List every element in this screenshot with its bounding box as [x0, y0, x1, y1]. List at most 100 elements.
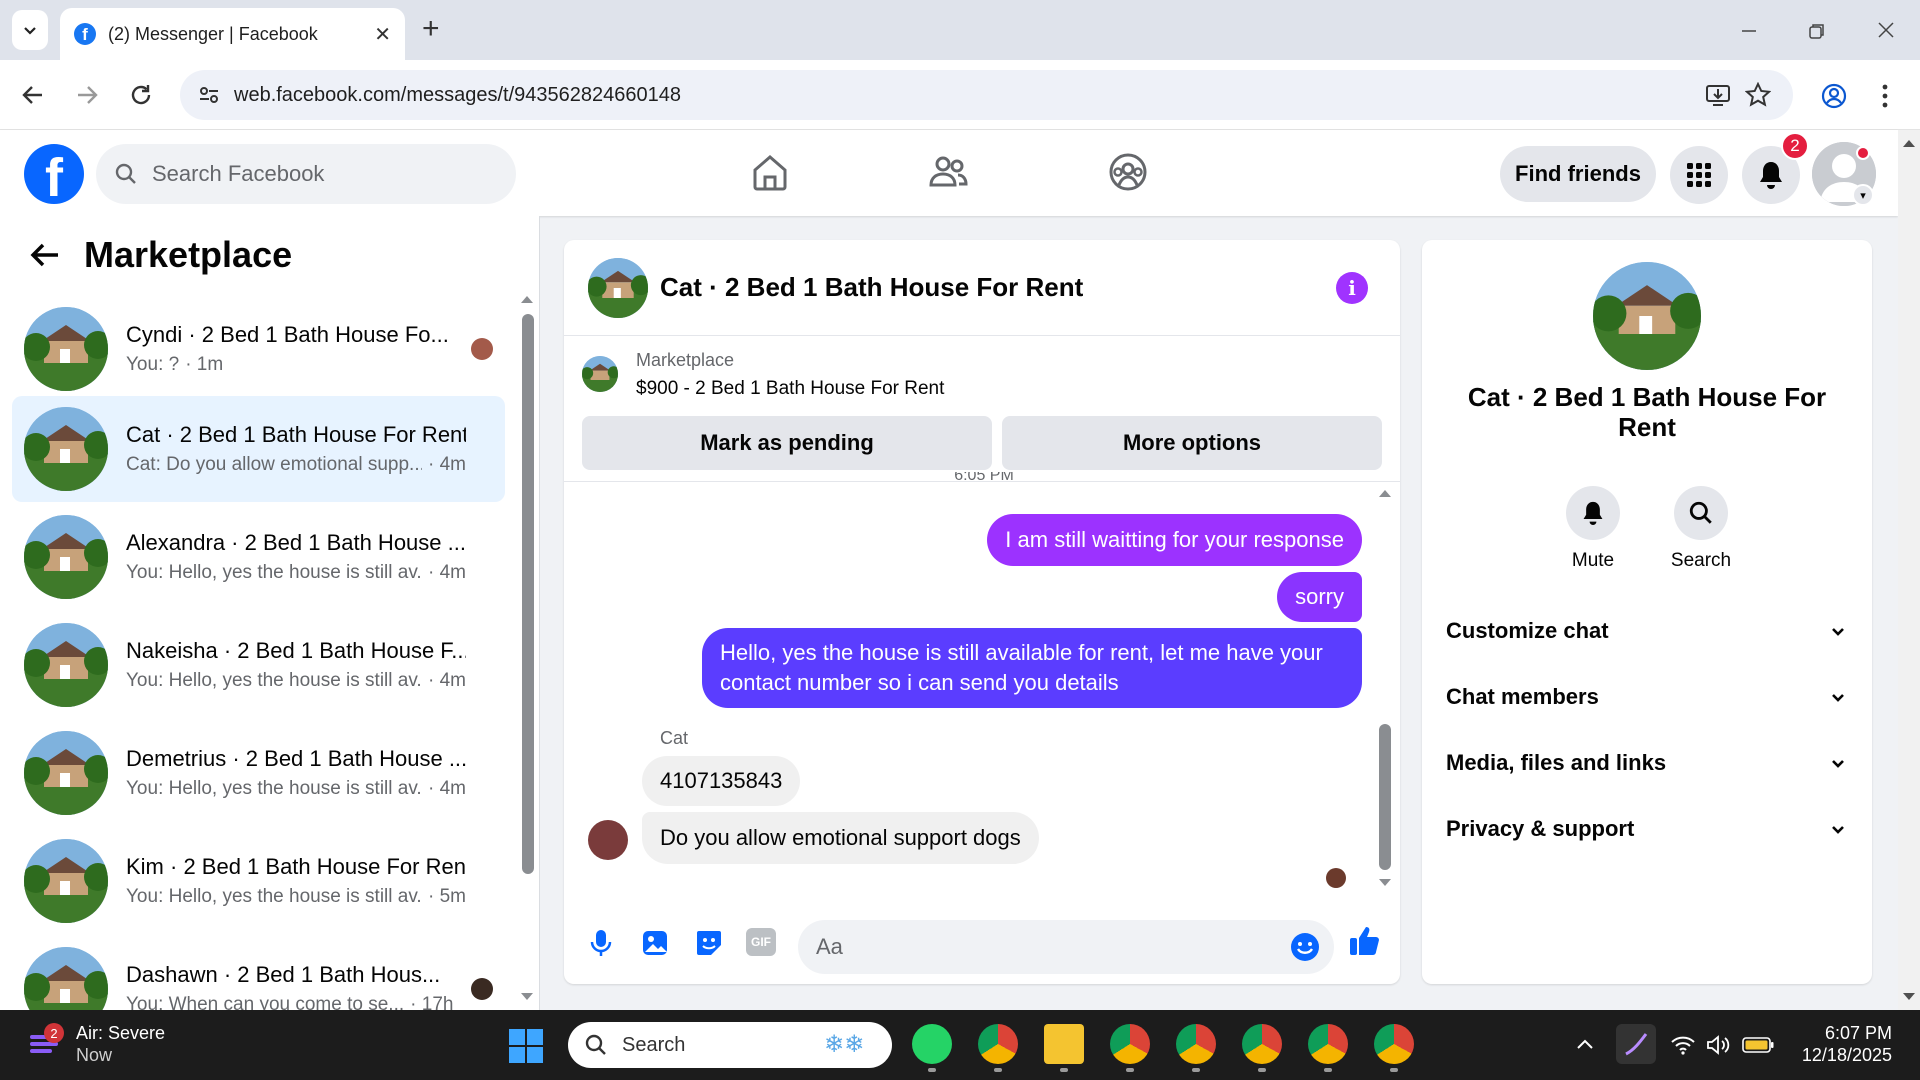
friends-icon[interactable] [928, 152, 968, 192]
more-options-button[interactable]: More options [1002, 416, 1382, 470]
profile-account-icon[interactable] [1820, 82, 1848, 110]
customize-chat-section[interactable]: Customize chat [1446, 618, 1846, 644]
search-action[interactable]: Search [1656, 486, 1746, 572]
chrome-app-icon[interactable] [1374, 1024, 1414, 1064]
find-friends-button[interactable]: Find friends [1500, 146, 1656, 202]
clock-date: 12/18/2025 [1801, 1045, 1892, 1065]
conversation-info-icon[interactable]: i [1336, 272, 1368, 304]
conversation-item[interactable]: Cyndi · 2 Bed 1 Bath House Fo... You: ? ·… [12, 296, 505, 402]
conversation-item-active[interactable]: Cat · 2 Bed 1 Bath House For Rent Cat: D… [12, 396, 505, 502]
browser-menu-icon[interactable] [1880, 82, 1890, 110]
chrome-app-icon[interactable] [1110, 1024, 1150, 1064]
forward-arrow-icon[interactable] [74, 82, 100, 108]
emoji-icon[interactable] [1290, 932, 1320, 962]
menu-grid-button[interactable] [1670, 146, 1728, 204]
chrome-app-icon[interactable] [1176, 1024, 1216, 1064]
outgoing-message[interactable]: I am still waitting for your response [987, 514, 1362, 566]
show-hidden-icons-chevron-icon[interactable] [1576, 1038, 1594, 1050]
conversation-name: Cyndi · 2 Bed 1 Bath House Fo... [126, 322, 449, 347]
privacy-support-section[interactable]: Privacy & support [1446, 816, 1846, 842]
conversation-name: Demetrius · 2 Bed 1 Bath House ... [126, 746, 466, 771]
account-menu-chevron-icon[interactable]: ▾ [1852, 184, 1874, 206]
incoming-message[interactable]: 4107135843 [642, 756, 801, 806]
scroll-down-icon[interactable] [1378, 878, 1392, 888]
air-quality-icon: 2 [28, 1023, 64, 1061]
conversation-item[interactable]: Alexandra · 2 Bed 1 Bath House ... You: … [12, 504, 505, 610]
seen-avatar [471, 978, 493, 1000]
sticker-icon[interactable] [694, 928, 724, 958]
groups-icon[interactable] [1108, 152, 1148, 192]
chat-members-section[interactable]: Chat members [1446, 684, 1846, 710]
back-arrow-icon[interactable] [28, 238, 62, 272]
back-arrow-icon[interactable] [20, 82, 46, 108]
page-scrollbar[interactable] [1898, 130, 1920, 1010]
browser-tab-messenger[interactable]: f (2) Messenger | Facebook ✕ [60, 8, 405, 60]
mute-action[interactable]: Mute [1548, 486, 1638, 572]
conversation-time: · 17h [410, 994, 454, 1010]
bookmark-star-icon[interactable] [1745, 82, 1771, 108]
mark-as-pending-button[interactable]: Mark as pending [582, 416, 992, 470]
facebook-logo[interactable]: f [24, 144, 84, 204]
scroll-up-icon[interactable] [1902, 138, 1916, 148]
reload-icon[interactable] [128, 82, 154, 108]
sender-avatar[interactable] [588, 820, 628, 860]
site-settings-icon[interactable] [198, 84, 220, 106]
restore-icon[interactable] [1808, 22, 1826, 40]
microphone-icon[interactable] [586, 928, 616, 958]
scroll-down-icon[interactable] [520, 992, 534, 1002]
outgoing-message[interactable]: sorry [1277, 572, 1362, 622]
media-files-links-section[interactable]: Media, files and links [1446, 750, 1846, 776]
listing-price-title[interactable]: $900 - 2 Bed 1 Bath House For Rent [636, 378, 944, 400]
facebook-search-input[interactable]: Search Facebook [96, 144, 516, 204]
conversation-item[interactable]: Nakeisha · 2 Bed 1 Bath House F... You: … [12, 612, 505, 718]
minimize-icon[interactable] [1740, 22, 1758, 40]
like-thumbs-up-icon[interactable] [1348, 924, 1382, 958]
windows-start-icon[interactable] [508, 1028, 544, 1064]
conversation-name: Cat · 2 Bed 1 Bath House For Rent [126, 422, 466, 447]
thread-scrollbar[interactable] [1379, 724, 1391, 870]
system-clock[interactable]: 6:07 PM 12/18/2025 [1802, 1022, 1892, 1066]
incoming-message[interactable]: Do you allow emotional support dogs [642, 812, 1039, 864]
app-running-indicator [1060, 1068, 1068, 1072]
chrome-app-icon[interactable] [1242, 1024, 1282, 1064]
listing-thumbnail[interactable] [582, 356, 618, 392]
taskbar-search-box[interactable]: Search ❄❄ [568, 1022, 892, 1068]
chrome-app-icon[interactable] [1308, 1024, 1348, 1064]
conversation-item[interactable]: Dashawn · 2 Bed 1 Bath Hous... You: When… [12, 936, 505, 1010]
tab-close-icon[interactable]: ✕ [374, 22, 391, 47]
home-icon[interactable] [750, 152, 790, 192]
message-timestamp: 6:05 PM [954, 472, 1014, 484]
whatsapp-app-icon[interactable] [912, 1024, 952, 1064]
battery-icon[interactable] [1742, 1037, 1774, 1053]
conversation-item[interactable]: Demetrius · 2 Bed 1 Bath House ... You: … [12, 720, 505, 826]
message-input[interactable]: Aa [798, 920, 1334, 974]
pen-menu-icon[interactable] [1616, 1024, 1656, 1064]
outgoing-message[interactable]: Hello, yes the house is still available … [702, 628, 1362, 708]
close-window-icon[interactable] [1877, 21, 1895, 39]
list-scrollbar[interactable] [522, 314, 534, 874]
scroll-up-icon[interactable] [1378, 488, 1392, 498]
chrome-app-icon[interactable] [978, 1024, 1018, 1064]
tab-search-button[interactable] [12, 10, 48, 50]
chat-header[interactable]: Cat · 2 Bed 1 Bath House For Rent [564, 240, 1400, 336]
conversation-time: · 4m [428, 454, 466, 475]
wifi-icon[interactable] [1670, 1034, 1696, 1056]
scroll-down-icon[interactable] [1902, 992, 1916, 1002]
install-app-icon[interactable] [1705, 83, 1731, 107]
weather-subtitle: Now [76, 1045, 113, 1065]
scroll-up-icon[interactable] [520, 294, 534, 304]
app-running-indicator [1324, 1068, 1332, 1072]
section-label: Media, files and links [1446, 750, 1667, 775]
file-explorer-icon[interactable] [1044, 1024, 1084, 1064]
volume-icon[interactable] [1706, 1034, 1730, 1056]
conversation-avatar-large[interactable] [1593, 262, 1701, 370]
chevron-down-icon [1832, 826, 1844, 834]
weather-widget[interactable]: 2 Air: Severe Now [28, 1022, 165, 1066]
conversation-item[interactable]: Kim · 2 Bed 1 Bath House For Rent You: H… [12, 828, 505, 934]
message-thread: 6:05 PM I am still waitting for your res… [564, 472, 1400, 902]
chat-avatar [588, 257, 648, 318]
photo-icon[interactable] [640, 928, 670, 958]
new-tab-button[interactable]: + [422, 14, 440, 44]
address-bar[interactable]: web.facebook.com/messages/t/943562824660… [180, 70, 1793, 120]
gif-icon[interactable]: GIF [746, 928, 776, 956]
